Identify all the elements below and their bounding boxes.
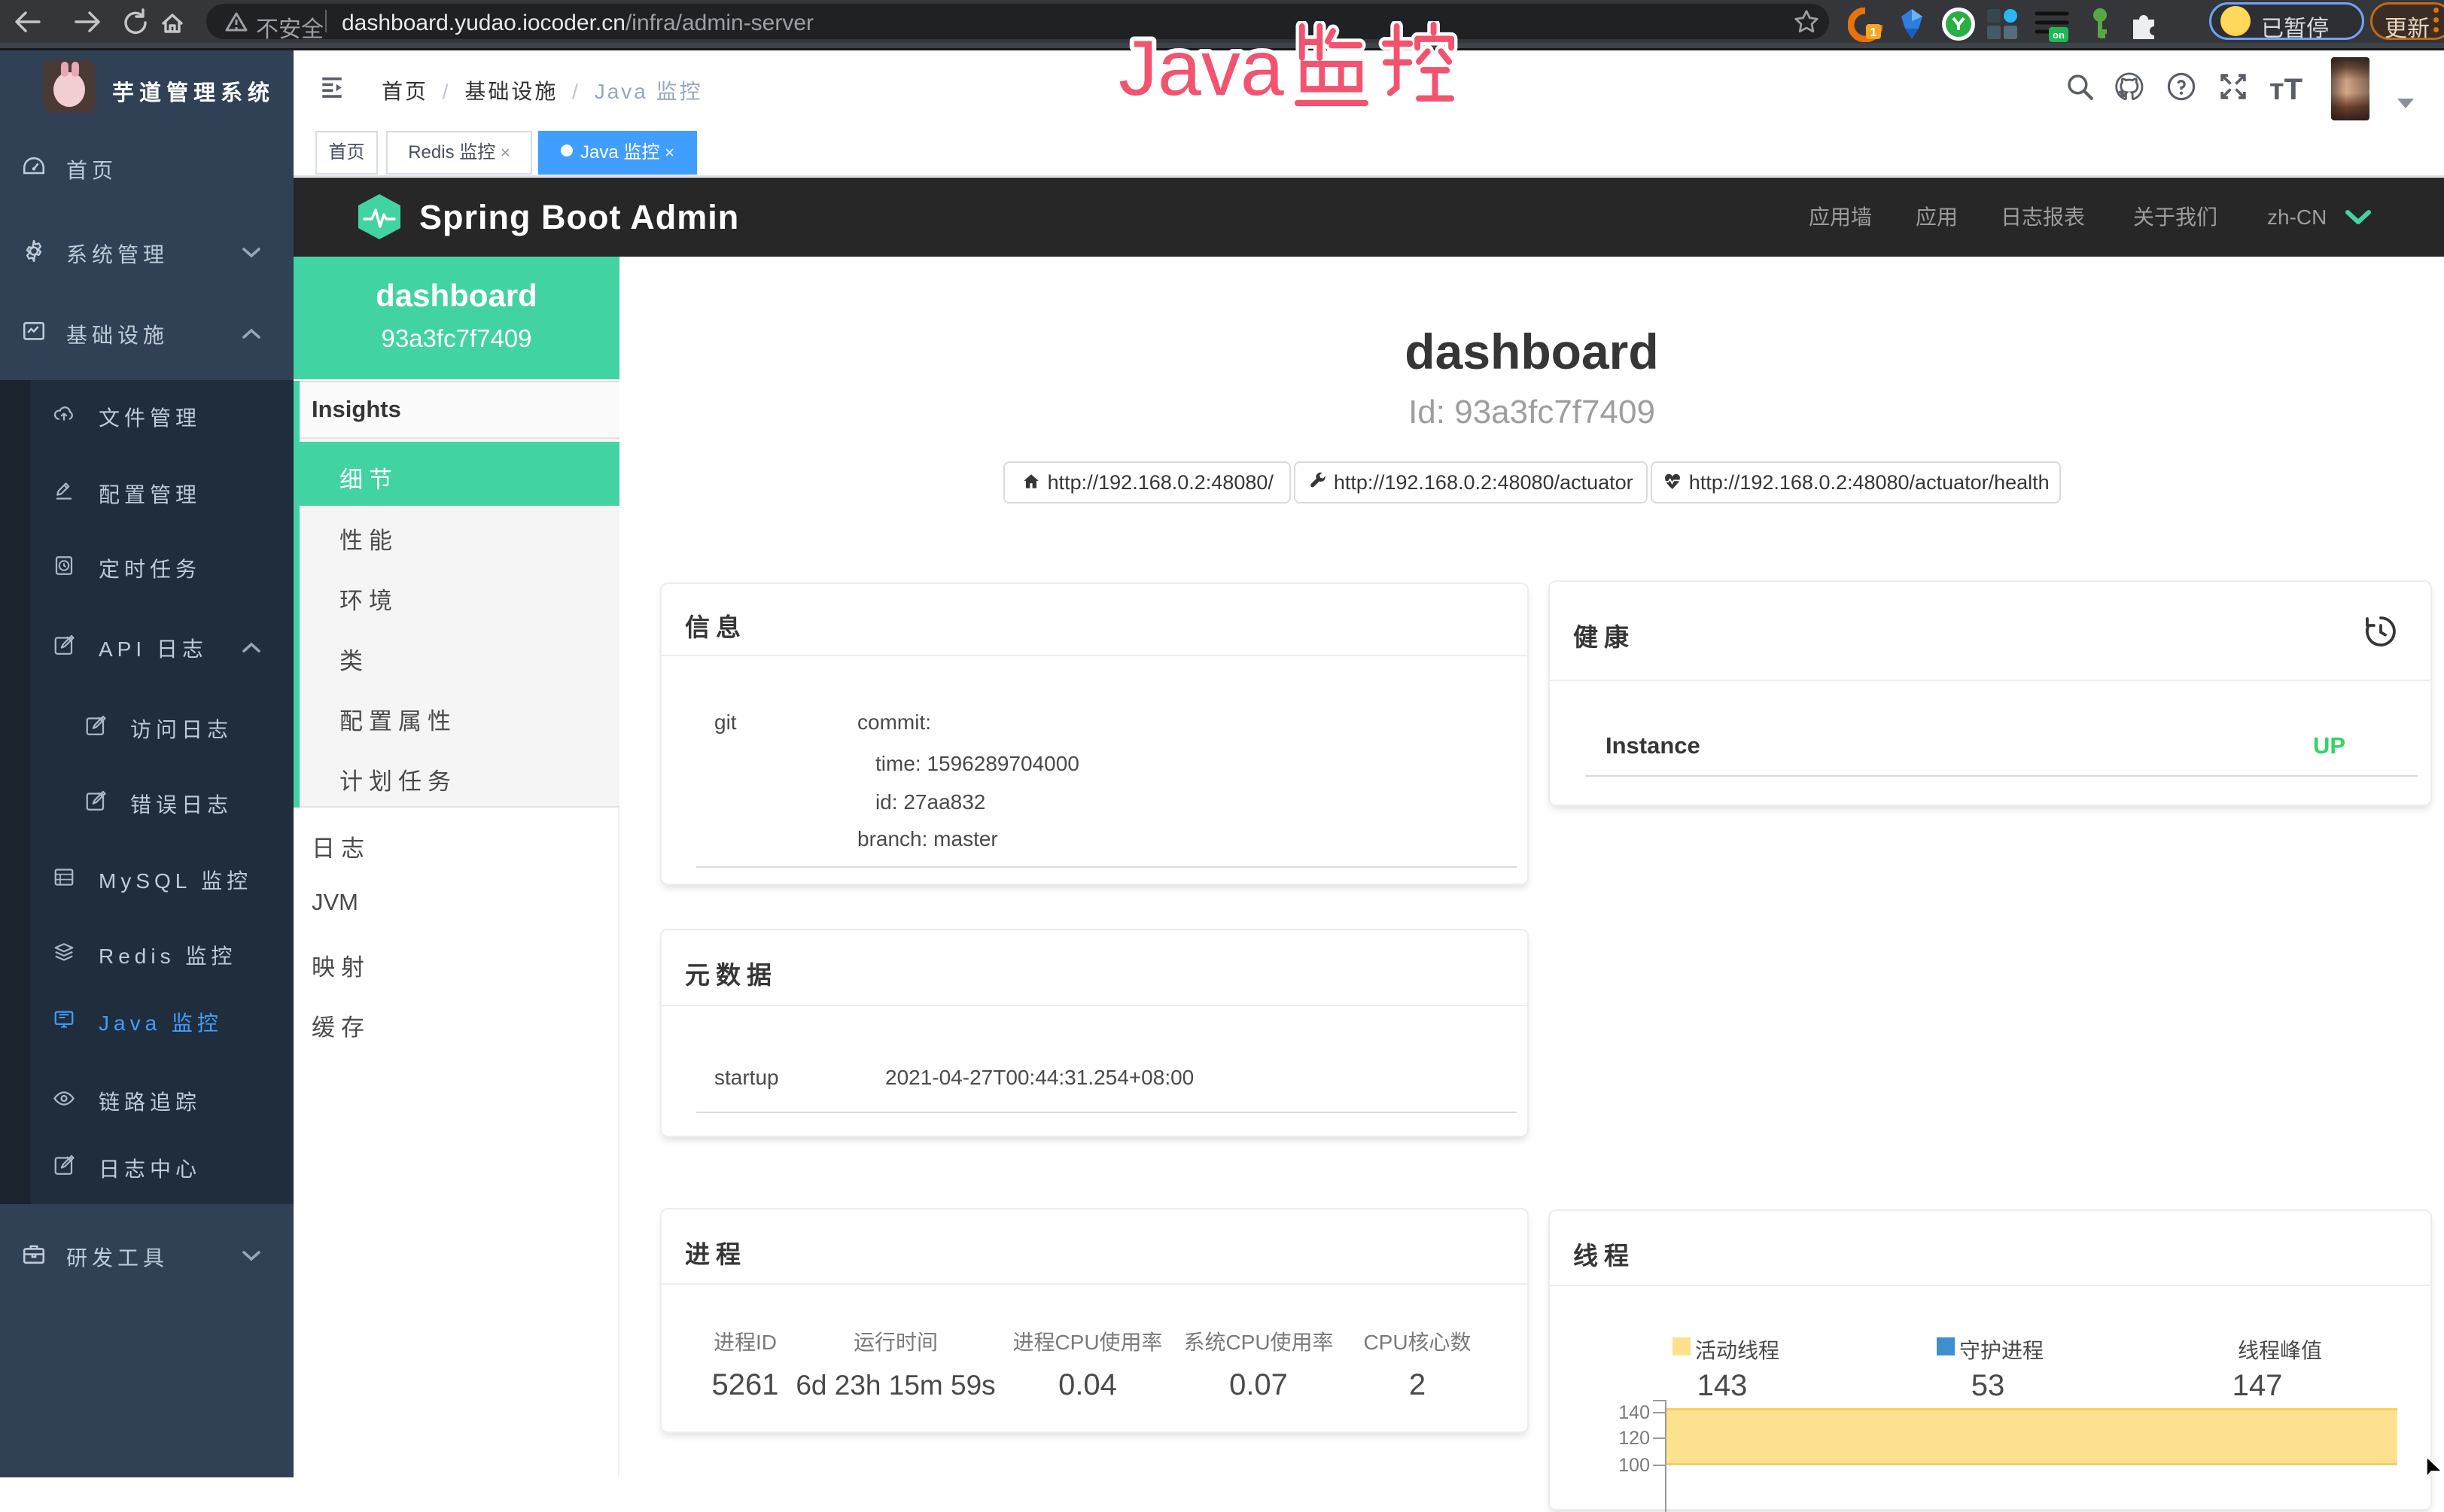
svg-text:1: 1 — [1870, 26, 1877, 39]
svg-text:on: on — [2053, 29, 2065, 41]
svg-text:Java: Java — [1119, 25, 1284, 112]
